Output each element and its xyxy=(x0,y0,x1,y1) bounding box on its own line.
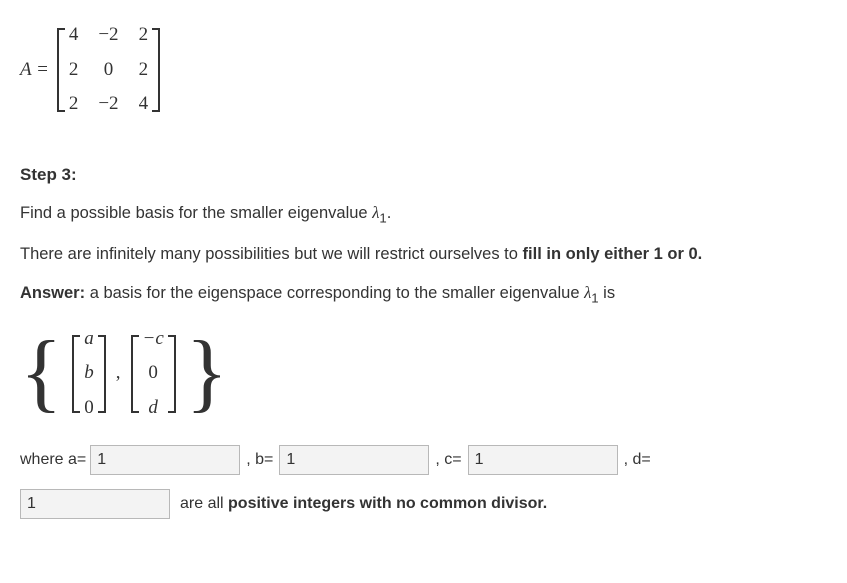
cell: 2 xyxy=(59,87,89,122)
basis-vector-1: a b 0 xyxy=(72,322,106,426)
left-bracket-icon xyxy=(131,335,133,413)
comma: , xyxy=(116,359,121,388)
right-brace-icon: } xyxy=(186,336,228,411)
cell: −2 xyxy=(88,18,128,53)
cell: 4 xyxy=(59,18,89,53)
left-brace-icon: { xyxy=(20,336,62,411)
label-b: , b= xyxy=(246,448,273,472)
lambda-sub: 1 xyxy=(591,290,598,305)
text: There are infinitely many possibilities … xyxy=(20,245,523,263)
matrix-A: 4 −2 2 2 0 2 2 −2 4 xyxy=(57,18,160,122)
entry: b xyxy=(74,356,104,391)
basis-set: { a b 0 , −c 0 d } xyxy=(20,322,827,426)
cell: 2 xyxy=(129,53,159,88)
input-c[interactable] xyxy=(468,445,618,475)
input-row: where a= , b= , c= , d= xyxy=(20,445,827,475)
left-bracket-icon xyxy=(72,335,74,413)
left-bracket-icon xyxy=(57,28,59,112)
step-line-2: There are infinitely many possibilities … xyxy=(20,242,827,267)
entry: d xyxy=(133,391,174,426)
text: Find a possible basis for the smaller ei… xyxy=(20,204,372,222)
label-c: , c= xyxy=(435,448,461,472)
cell: 0 xyxy=(88,53,128,88)
tail-text: are all xyxy=(180,495,228,512)
label-d: , d= xyxy=(624,448,651,472)
right-bracket-icon xyxy=(104,335,106,413)
step-title: Step 3: xyxy=(20,162,827,188)
input-a[interactable] xyxy=(90,445,240,475)
cell: 2 xyxy=(129,18,159,53)
entry: a xyxy=(74,322,104,357)
answer-line: Answer: a basis for the eigenspace corre… xyxy=(20,281,827,308)
cell: 2 xyxy=(59,53,89,88)
text: . xyxy=(387,204,392,222)
step-line-1: Find a possible basis for the smaller ei… xyxy=(20,201,827,228)
input-b[interactable] xyxy=(279,445,429,475)
right-bracket-icon xyxy=(174,335,176,413)
basis-vector-2: −c 0 d xyxy=(131,322,176,426)
text: a basis for the eigenspace corresponding… xyxy=(85,284,584,302)
label-a: where a= xyxy=(20,448,86,472)
text-bold: fill in only either 1 or 0. xyxy=(523,245,703,263)
cell: 4 xyxy=(129,87,159,122)
entry: −c xyxy=(133,322,174,357)
right-bracket-icon xyxy=(158,28,160,112)
input-d[interactable] xyxy=(20,489,170,519)
answer-label: Answer: xyxy=(20,284,85,302)
entry: 0 xyxy=(133,356,174,391)
matrix-equation: A = 4 −2 2 2 0 2 2 −2 4 xyxy=(20,18,827,122)
cell: −2 xyxy=(88,87,128,122)
entry: 0 xyxy=(74,391,104,426)
lambda-sub: 1 xyxy=(379,210,386,225)
matrix-lhs: A = xyxy=(20,56,49,85)
tail-bold: positive integers with no common divisor… xyxy=(228,495,547,512)
text: is xyxy=(599,284,616,302)
input-row-2: are all positive integers with no common… xyxy=(20,489,827,519)
